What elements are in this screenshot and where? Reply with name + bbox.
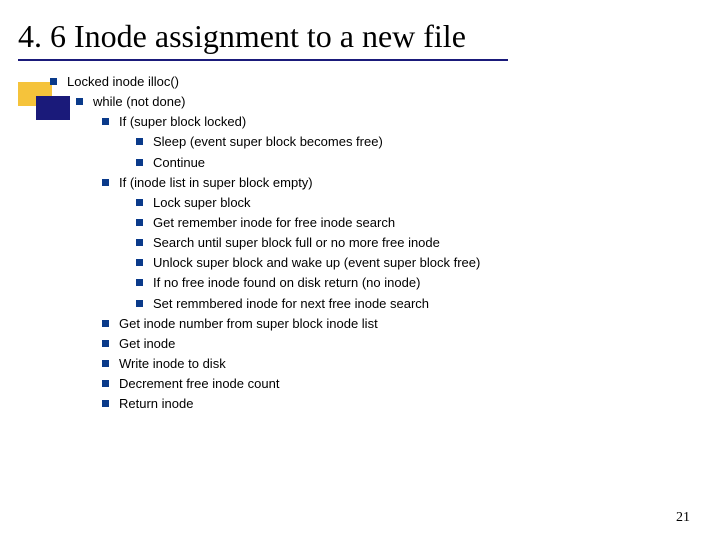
list-text: Sleep (event super block becomes free) — [153, 134, 383, 149]
bullet-icon — [136, 159, 143, 166]
list-text: If (inode list in super block empty) — [119, 175, 313, 190]
list-item: while (not done) — [50, 92, 480, 112]
list-item: Locked inode illoc() — [50, 72, 480, 92]
bullet-icon — [102, 179, 109, 186]
list-text: Continue — [153, 155, 205, 170]
list-text: Decrement free inode count — [119, 376, 279, 391]
list-text: Get remember inode for free inode search — [153, 215, 395, 230]
list-text: Get inode — [119, 336, 175, 351]
list-item: Decrement free inode count — [50, 374, 480, 394]
bullet-icon — [136, 259, 143, 266]
bullet-icon — [102, 360, 109, 367]
bullet-icon — [102, 400, 109, 407]
list-item: Get remember inode for free inode search — [50, 213, 480, 233]
list-item: Lock super block — [50, 193, 480, 213]
title-underline — [18, 59, 508, 61]
list-text: Return inode — [119, 396, 193, 411]
list-item: Search until super block full or no more… — [50, 233, 480, 253]
bullet-icon — [102, 340, 109, 347]
list-text: If (super block locked) — [119, 114, 246, 129]
bullet-icon — [136, 219, 143, 226]
list-item: Continue — [50, 153, 480, 173]
list-item: Get inode number from super block inode … — [50, 314, 480, 334]
list-text: Write inode to disk — [119, 356, 226, 371]
list-text: Search until super block full or no more… — [153, 235, 440, 250]
list-text: Unlock super block and wake up (event su… — [153, 255, 480, 270]
list-text: Lock super block — [153, 195, 251, 210]
list-item: If (inode list in super block empty) — [50, 173, 480, 193]
bullet-icon — [136, 239, 143, 246]
bullet-icon — [136, 300, 143, 307]
bullet-icon — [50, 78, 57, 85]
bullet-icon — [102, 118, 109, 125]
slide-body: Locked inode illoc() while (not done) If… — [50, 72, 480, 414]
list-item: Set remmbered inode for next free inode … — [50, 294, 480, 314]
list-item: Sleep (event super block becomes free) — [50, 132, 480, 152]
list-text: If no free inode found on disk return (n… — [153, 275, 420, 290]
bullet-icon — [102, 320, 109, 327]
bullet-icon — [136, 199, 143, 206]
bullet-icon — [136, 138, 143, 145]
list-item: Write inode to disk — [50, 354, 480, 374]
list-item: Unlock super block and wake up (event su… — [50, 253, 480, 273]
slide-title: 4. 6 Inode assignment to a new file — [0, 0, 720, 59]
list-text: Set remmbered inode for next free inode … — [153, 296, 429, 311]
list-item: Return inode — [50, 394, 480, 414]
list-text: while (not done) — [93, 94, 186, 109]
bullet-icon — [102, 380, 109, 387]
list-item: If no free inode found on disk return (n… — [50, 273, 480, 293]
page-number: 21 — [676, 510, 690, 526]
list-item: Get inode — [50, 334, 480, 354]
bullet-icon — [76, 98, 83, 105]
list-text: Get inode number from super block inode … — [119, 316, 378, 331]
list-item: If (super block locked) — [50, 112, 480, 132]
bullet-icon — [136, 279, 143, 286]
list-text: Locked inode illoc() — [67, 74, 179, 89]
